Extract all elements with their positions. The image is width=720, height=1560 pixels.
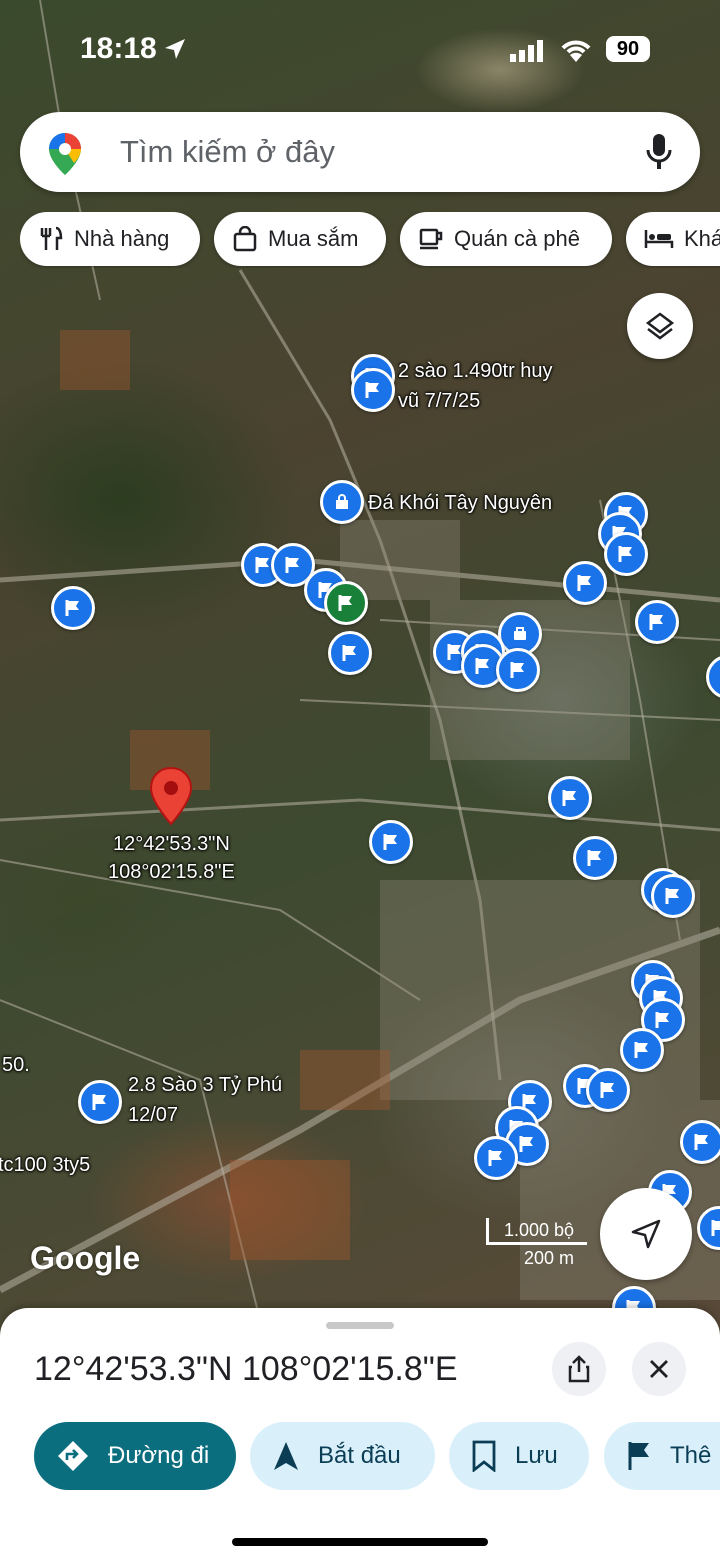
poi-marker[interactable] xyxy=(351,368,395,412)
listing-label-line: 12/07 xyxy=(128,1104,179,1126)
scale-imperial: 1.000 bộ xyxy=(504,1220,575,1240)
green-poi-marker[interactable] xyxy=(324,581,368,625)
flag-icon xyxy=(628,1442,649,1470)
drag-handle[interactable] xyxy=(326,1322,394,1329)
poi-marker[interactable] xyxy=(604,532,648,576)
close-button[interactable] xyxy=(632,1342,686,1396)
poi-marker[interactable] xyxy=(474,1136,518,1180)
poi-marker[interactable] xyxy=(620,1028,664,1072)
chip-hotels[interactable]: Khá xyxy=(626,212,720,266)
poi-marker[interactable] xyxy=(680,1120,720,1164)
cellular-signal-icon xyxy=(510,40,543,62)
poi-marker[interactable] xyxy=(369,820,413,864)
category-chips: Nhà hàng Mua sắm Quán cà phê Khá xyxy=(20,212,720,268)
chip-label: Nhà hàng xyxy=(74,226,170,251)
start-button[interactable]: Bắt đầu xyxy=(250,1422,435,1490)
chip-shopping[interactable]: Mua sắm xyxy=(214,212,386,266)
listing-label[interactable]: 2 sào 1.490tr huy vũ 7/7/25 xyxy=(398,356,553,416)
save-button[interactable]: Lưu xyxy=(449,1422,589,1490)
partial-label[interactable]: 50. xyxy=(2,1050,30,1080)
poi-marker[interactable] xyxy=(651,874,695,918)
poi-marker[interactable] xyxy=(563,561,607,605)
listing-label-line: 2.8 Sào 3 Tỷ Phú xyxy=(128,1074,283,1096)
shopping-poi-marker[interactable] xyxy=(320,480,364,524)
directions-label: Đường đi xyxy=(108,1442,210,1469)
directions-button[interactable]: Đường đi xyxy=(34,1422,236,1490)
listing-label-line: vũ 7/7/25 xyxy=(398,390,481,412)
start-label: Bắt đầu xyxy=(318,1442,401,1469)
chip-restaurants[interactable]: Nhà hàng xyxy=(20,212,200,266)
poi-marker[interactable] xyxy=(548,776,592,820)
status-bar: 18:18 90 xyxy=(0,28,720,72)
listing-label-line: 2 sào 1.490tr huy xyxy=(398,360,553,382)
poi-marker[interactable] xyxy=(78,1080,122,1124)
pin-coordinates-label: 12°42'53.3"N 108°02'15.8"E xyxy=(108,830,235,886)
poi-marker[interactable] xyxy=(51,586,95,630)
microphone-icon[interactable] xyxy=(646,132,672,172)
satellite-map[interactable]: 2 sào 1.490tr huy vũ 7/7/25 Đá Khói Tây … xyxy=(0,0,720,1330)
chip-label: Quán cà phê xyxy=(454,226,580,251)
place-title: 12°42'53.3"N 108°02'15.8"E xyxy=(34,1350,458,1388)
search-bar[interactable]: Tìm kiếm ở đây xyxy=(20,112,700,192)
shopping-bag-icon xyxy=(233,226,257,252)
navigation-arrow-icon xyxy=(631,1219,661,1249)
fork-knife-icon xyxy=(40,226,63,250)
navigation-start-icon xyxy=(274,1442,298,1470)
bed-icon xyxy=(644,230,674,248)
my-location-button[interactable] xyxy=(600,1188,692,1280)
add-label-button[interactable]: Thê xyxy=(604,1422,720,1490)
poi-marker[interactable] xyxy=(573,836,617,880)
poi-marker[interactable] xyxy=(328,631,372,675)
partial-label[interactable]: tc100 3ty5 xyxy=(0,1150,90,1180)
battery-icon: 90 xyxy=(606,36,650,62)
google-logo: Google xyxy=(30,1240,141,1276)
action-row: Đường đi Bắt đầu Lưu Thê xyxy=(0,1422,720,1492)
scale-bar: 1.000 bộ 200 m xyxy=(486,1218,587,1268)
chip-label: Khá xyxy=(684,226,720,251)
share-button[interactable] xyxy=(552,1342,606,1396)
chip-cafe[interactable]: Quán cà phê xyxy=(400,212,612,266)
landmark-label[interactable]: Đá Khói Tây Nguyên xyxy=(368,488,552,518)
coffee-cup-icon xyxy=(419,228,443,250)
pin-longitude: 108°02'15.8"E xyxy=(108,861,235,883)
scale-metric: 200 m xyxy=(524,1248,575,1268)
chip-label: Mua sắm xyxy=(268,226,359,251)
place-bottom-sheet[interactable]: 12°42'53.3"N 108°02'15.8"E Đường đi Bắt … xyxy=(0,1308,720,1560)
pin-latitude: 12°42'53.3"N xyxy=(113,833,230,855)
close-icon xyxy=(650,1360,668,1378)
layers-button[interactable] xyxy=(627,293,693,359)
layers-icon xyxy=(645,312,675,340)
wifi-icon xyxy=(561,40,591,62)
dropped-pin-icon[interactable] xyxy=(148,766,194,828)
poi-marker[interactable] xyxy=(496,648,540,692)
search-input[interactable]: Tìm kiếm ở đây xyxy=(120,134,335,170)
directions-icon xyxy=(58,1441,88,1471)
status-time: 18:18 xyxy=(80,32,157,65)
save-label: Lưu xyxy=(515,1442,558,1469)
listing-label[interactable]: 2.8 Sào 3 Tỷ Phú 12/07 xyxy=(128,1070,282,1130)
google-maps-logo-icon xyxy=(49,133,81,175)
add-label-text: Thê xyxy=(670,1442,712,1469)
location-arrow-icon xyxy=(165,39,185,59)
home-indicator[interactable] xyxy=(232,1538,488,1546)
poi-marker[interactable] xyxy=(586,1068,630,1112)
share-icon xyxy=(568,1355,590,1383)
poi-marker[interactable] xyxy=(635,600,679,644)
bookmark-icon xyxy=(472,1440,496,1472)
